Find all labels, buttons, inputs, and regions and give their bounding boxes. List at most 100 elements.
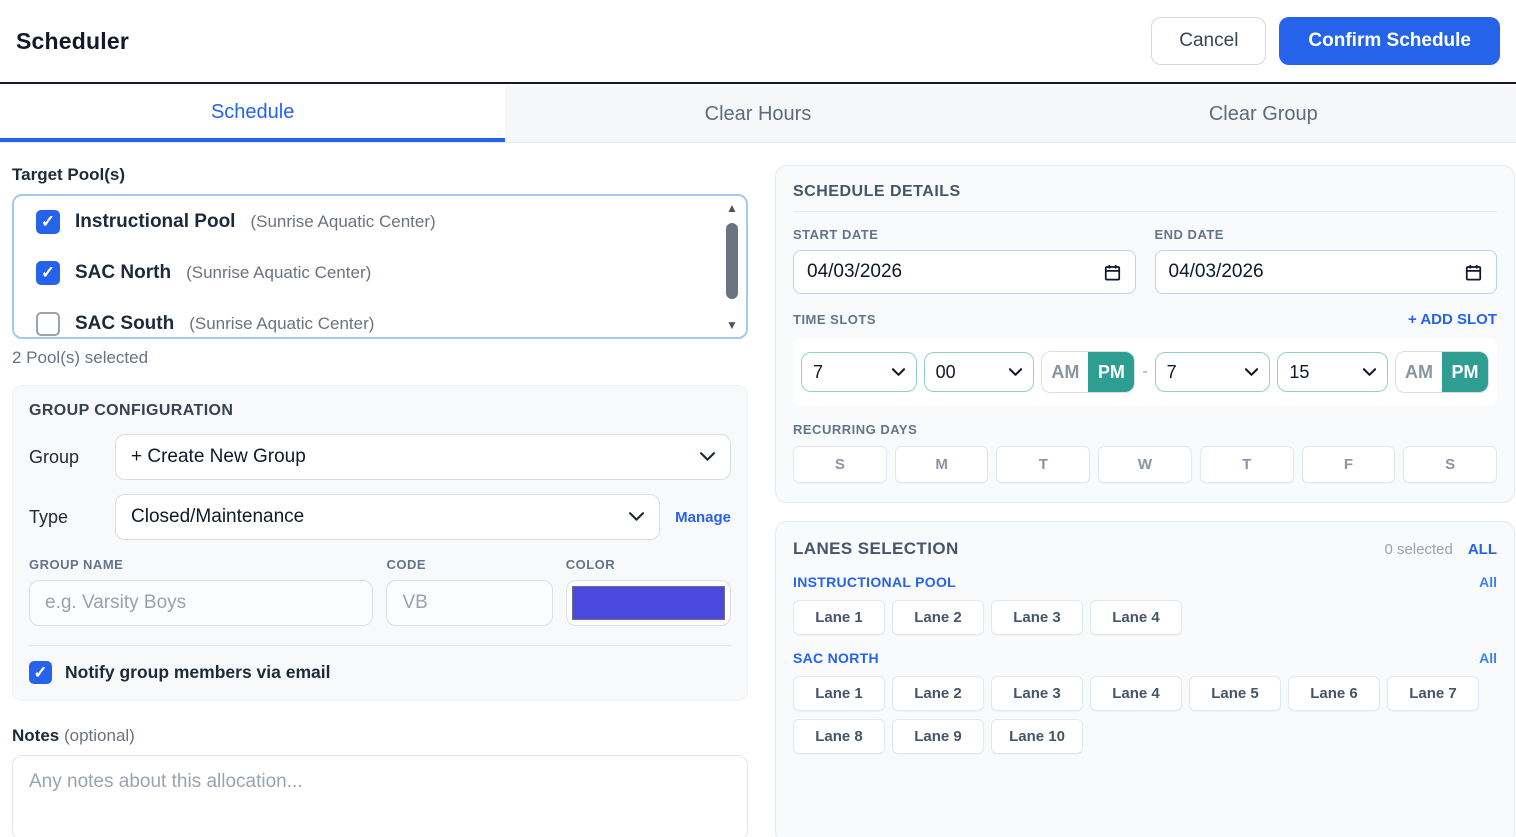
notes-textarea[interactable] <box>12 755 748 837</box>
type-label: Type <box>29 507 115 528</box>
start-pm-button[interactable]: PM <box>1088 352 1134 392</box>
code-input[interactable] <box>386 580 552 626</box>
end-meridiem-toggle: AM PM <box>1395 351 1489 393</box>
color-swatch <box>572 586 725 620</box>
type-select[interactable]: Closed/Maintenance <box>115 494 660 540</box>
chevron-down-icon <box>629 512 644 522</box>
pool-checkbox[interactable]: ✓ <box>36 261 60 285</box>
group-select[interactable]: + Create New Group <box>115 434 731 480</box>
start-hour-select[interactable]: 7 <box>801 352 917 392</box>
lane-button[interactable]: Lane 6 <box>1288 676 1380 711</box>
lane-button[interactable]: Lane 1 <box>793 600 885 635</box>
notify-row[interactable]: ✓ Notify group members via email <box>29 661 731 684</box>
lane-button[interactable]: Lane 5 <box>1189 676 1281 711</box>
lane-button[interactable]: Lane 1 <box>793 676 885 711</box>
pool-checkbox[interactable] <box>36 312 60 336</box>
pool-venue: (Sunrise Aquatic Center) <box>250 212 435 232</box>
end-minute-select[interactable]: 15 <box>1277 352 1388 392</box>
lanes-pool-block: SAC NORTH All Lane 1 Lane 2 Lane 3 Lane … <box>793 650 1497 754</box>
notes-optional-label: (optional) <box>64 726 135 745</box>
lane-button[interactable]: Lane 3 <box>991 600 1083 635</box>
notes-optional-text: (optional) <box>64 726 135 745</box>
color-picker-input[interactable] <box>566 580 731 626</box>
schedule-details-panel: SCHEDULE DETAILS START DATE 04/03/2026 E… <box>775 165 1515 503</box>
end-date-column: END DATE 04/03/2026 <box>1155 227 1498 294</box>
lanes-selected-count: 0 selected <box>1384 541 1452 558</box>
chevron-down-icon <box>892 368 905 377</box>
tab-bar: Schedule Clear Hours Clear Group <box>0 86 1516 143</box>
day-button-monday[interactable]: M <box>895 446 989 483</box>
lane-button[interactable]: Lane 3 <box>991 676 1083 711</box>
end-date-input[interactable]: 04/03/2026 <box>1155 250 1498 294</box>
start-hour-value: 7 <box>813 362 823 383</box>
scroll-thumb[interactable] <box>726 223 738 299</box>
calendar-icon[interactable] <box>1464 263 1483 282</box>
day-button-saturday[interactable]: S <box>1403 446 1497 483</box>
end-minute-value: 15 <box>1289 362 1309 383</box>
tab-clear-group[interactable]: Clear Group <box>1011 86 1516 142</box>
group-fields-row: GROUP NAME CODE COLOR <box>29 557 731 626</box>
lanes-grid: Lane 1 Lane 2 Lane 3 Lane 4 <box>793 600 1497 635</box>
lane-button[interactable]: Lane 9 <box>892 719 984 754</box>
notes-block: Notes (optional) <box>12 726 748 837</box>
pool-block-header: INSTRUCTIONAL POOL All <box>793 574 1497 590</box>
chevron-down-icon <box>1009 368 1022 377</box>
group-name-input[interactable] <box>29 580 373 626</box>
group-label: Group <box>29 447 115 468</box>
date-row: START DATE 04/03/2026 END DATE 04/03/202… <box>793 227 1497 294</box>
page-title: Scheduler <box>16 28 129 55</box>
pool-list-item[interactable]: ✓ SAC North (Sunrise Aquatic Center) <box>14 247 746 298</box>
lane-button[interactable]: Lane 2 <box>892 600 984 635</box>
scroll-up-icon[interactable]: ▲ <box>726 201 738 215</box>
pool-list-item[interactable]: SAC South (Sunrise Aquatic Center) <box>14 298 746 339</box>
lanes-grid: Lane 1 Lane 2 Lane 3 Lane 4 Lane 5 Lane … <box>793 676 1497 754</box>
manage-link[interactable]: Manage <box>675 509 731 526</box>
cancel-button[interactable]: Cancel <box>1151 17 1266 65</box>
scroll-track[interactable] <box>723 215 741 318</box>
day-button-sunday[interactable]: S <box>793 446 887 483</box>
confirm-schedule-button[interactable]: Confirm Schedule <box>1279 17 1500 65</box>
start-minute-select[interactable]: 00 <box>924 352 1035 392</box>
lane-button[interactable]: Lane 10 <box>991 719 1083 754</box>
lane-button[interactable]: Lane 7 <box>1387 676 1479 711</box>
end-pm-button[interactable]: PM <box>1442 352 1488 392</box>
day-button-wednesday[interactable]: W <box>1098 446 1192 483</box>
pool-checkbox[interactable]: ✓ <box>36 210 60 234</box>
chevron-down-icon <box>700 452 715 462</box>
lanes-pool-block: INSTRUCTIONAL POOL All Lane 1 Lane 2 Lan… <box>793 574 1497 635</box>
day-button-friday[interactable]: F <box>1302 446 1396 483</box>
tab-schedule[interactable]: Schedule <box>0 86 505 142</box>
tab-clear-hours[interactable]: Clear Hours <box>505 86 1010 142</box>
time-slot-row: 7 00 AM PM - 7 <box>793 338 1497 406</box>
group-name-label: GROUP NAME <box>29 557 373 572</box>
group-configuration-panel: GROUP CONFIGURATION Group + Create New G… <box>12 385 748 701</box>
calendar-icon[interactable] <box>1103 263 1122 282</box>
lane-button[interactable]: Lane 4 <box>1090 676 1182 711</box>
pools-selected-summary: 2 Pool(s) selected <box>12 348 748 368</box>
day-button-tuesday[interactable]: T <box>996 446 1090 483</box>
day-button-thursday[interactable]: T <box>1200 446 1294 483</box>
lane-button[interactable]: Lane 8 <box>793 719 885 754</box>
right-column: SCHEDULE DETAILS START DATE 04/03/2026 E… <box>775 165 1515 837</box>
start-date-input[interactable]: 04/03/2026 <box>793 250 1136 294</box>
start-meridiem-toggle: AM PM <box>1041 351 1135 393</box>
select-all-pool-lanes-link[interactable]: All <box>1479 574 1497 590</box>
code-label: CODE <box>386 557 552 572</box>
end-hour-value: 7 <box>1167 362 1177 383</box>
pool-list-item[interactable]: ✓ Instructional Pool (Sunrise Aquatic Ce… <box>14 196 746 247</box>
lane-button[interactable]: Lane 4 <box>1090 600 1182 635</box>
lane-button[interactable]: Lane 2 <box>892 676 984 711</box>
select-all-lanes-link[interactable]: ALL <box>1468 541 1497 558</box>
scrollbar[interactable]: ▲ ▼ <box>723 201 741 332</box>
end-hour-select[interactable]: 7 <box>1155 352 1271 392</box>
notify-checkbox[interactable]: ✓ <box>29 661 52 684</box>
end-am-button[interactable]: AM <box>1396 352 1442 392</box>
add-slot-link[interactable]: + ADD SLOT <box>1408 311 1497 328</box>
select-all-pool-lanes-link[interactable]: All <box>1479 650 1497 666</box>
start-am-button[interactable]: AM <box>1042 352 1088 392</box>
scroll-down-icon[interactable]: ▼ <box>726 318 738 332</box>
start-date-value: 04/03/2026 <box>807 261 902 283</box>
pool-name: SAC South <box>75 313 174 335</box>
color-column: COLOR <box>566 557 731 626</box>
type-select-value: Closed/Maintenance <box>131 506 304 528</box>
